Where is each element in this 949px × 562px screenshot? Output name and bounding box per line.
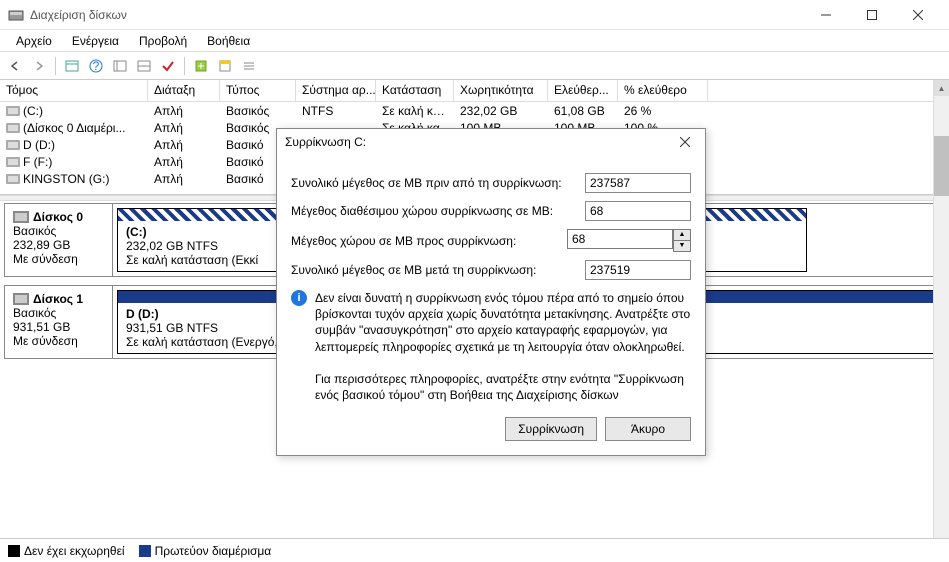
dialog-close-button[interactable]: [673, 132, 697, 152]
tb-icon-props[interactable]: [214, 55, 236, 77]
disk-info-1[interactable]: Δίσκος 1 Βασικός 931,51 GB Με σύνδεση: [5, 286, 113, 358]
legend-unallocated: Δεν έχει εκχωρηθεί: [8, 544, 125, 558]
label-total-after: Συνολικό μέγεθος σε MB μετά τη συρρίκνωσ…: [291, 263, 585, 277]
drive-icon: [6, 123, 20, 133]
menu-view[interactable]: Προβολή: [129, 32, 197, 50]
dialog-title: Συρρίκνωση C:: [285, 135, 673, 149]
tb-icon-list[interactable]: [238, 55, 260, 77]
drive-icon: [6, 106, 20, 116]
label-available: Μέγεθος διαθέσιμου χώρου συρρίκνωσης σε …: [291, 204, 585, 218]
forward-button[interactable]: [28, 55, 50, 77]
window-title: Διαχείριση δίσκων: [30, 8, 803, 22]
shrink-dialog: Συρρίκνωση C: Συνολικό μέγεθος σε MB πρι…: [276, 128, 706, 456]
col-capacity[interactable]: Χωρητικότητα: [454, 80, 548, 101]
drive-icon: [6, 157, 20, 167]
cancel-button[interactable]: Άκυρο: [605, 417, 691, 441]
menu-action[interactable]: Ενέργεια: [62, 32, 129, 50]
drive-icon: [6, 140, 20, 150]
tb-icon-3[interactable]: [109, 55, 131, 77]
volume-list-header: Τόμος Διάταξη Τύπος Σύστημα αρ... Κατάστ…: [0, 80, 949, 102]
menu-help[interactable]: Βοήθεια: [197, 32, 260, 50]
value-total-before: 237587: [585, 173, 691, 193]
scroll-up-button[interactable]: ▲: [934, 80, 949, 96]
info-icon: i: [291, 290, 307, 306]
legend-primary: Πρωτεύον διαμέρισμα: [139, 544, 272, 558]
menubar: Αρχείο Ενέργεια Προβολή Βοήθεια: [0, 30, 949, 52]
help-icon[interactable]: ?: [85, 55, 107, 77]
col-free[interactable]: Ελεύθερ...: [548, 80, 618, 101]
vertical-scrollbar[interactable]: ▲: [933, 80, 949, 538]
app-icon: [8, 7, 24, 23]
col-filesystem[interactable]: Σύστημα αρ...: [296, 80, 376, 101]
disk-icon: [13, 211, 29, 223]
info-text-2: Για περισσότερες πληροφορίες, ανατρέξτε …: [315, 371, 691, 403]
maximize-button[interactable]: [849, 0, 895, 30]
titlebar: Διαχείριση δίσκων: [0, 0, 949, 30]
legend: Δεν έχει εκχωρηθεί Πρωτεύον διαμέρισμα: [0, 538, 949, 562]
volume-row[interactable]: (C:)ΑπλήΒασικόςNTFSΣε καλή κα...232,02 G…: [0, 102, 949, 119]
col-status[interactable]: Κατάσταση: [376, 80, 454, 101]
disk-info-0[interactable]: Δίσκος 0 Βασικός 232,89 GB Με σύνδεση: [5, 204, 113, 276]
tb-icon-4[interactable]: [133, 55, 155, 77]
tb-icon-check[interactable]: [157, 55, 179, 77]
back-button[interactable]: [4, 55, 26, 77]
shrink-button[interactable]: Συρρίκνωση: [505, 417, 597, 441]
col-pctfree[interactable]: % ελεύθερο: [618, 80, 708, 101]
tb-icon-refresh[interactable]: [190, 55, 212, 77]
minimize-button[interactable]: [803, 0, 849, 30]
value-total-after: 237519: [585, 260, 691, 280]
col-layout[interactable]: Διάταξη: [148, 80, 220, 101]
label-total-before: Συνολικό μέγεθος σε MB πριν από τη συρρί…: [291, 176, 585, 190]
drive-icon: [6, 174, 20, 184]
input-shrink-amount[interactable]: [567, 229, 673, 249]
disk-icon: [13, 293, 29, 305]
label-to-shrink: Μέγεθος χώρου σε MB προς συρρίκνωση:: [291, 234, 567, 248]
info-text-1: Δεν είναι δυνατή η συρρίκνωση ενός τόμου…: [315, 290, 691, 355]
spin-down-button[interactable]: ▼: [674, 241, 690, 252]
tb-icon-1[interactable]: [61, 55, 83, 77]
toolbar: ?: [0, 52, 949, 80]
spin-up-button[interactable]: ▲: [674, 230, 690, 241]
svg-text:?: ?: [93, 59, 100, 73]
close-button[interactable]: [895, 0, 941, 30]
menu-file[interactable]: Αρχείο: [6, 32, 62, 50]
dialog-titlebar: Συρρίκνωση C:: [277, 129, 705, 155]
col-type[interactable]: Τύπος: [220, 80, 296, 101]
scroll-thumb[interactable]: [934, 136, 949, 196]
value-available: 68: [585, 201, 691, 221]
col-volume[interactable]: Τόμος: [0, 80, 148, 101]
